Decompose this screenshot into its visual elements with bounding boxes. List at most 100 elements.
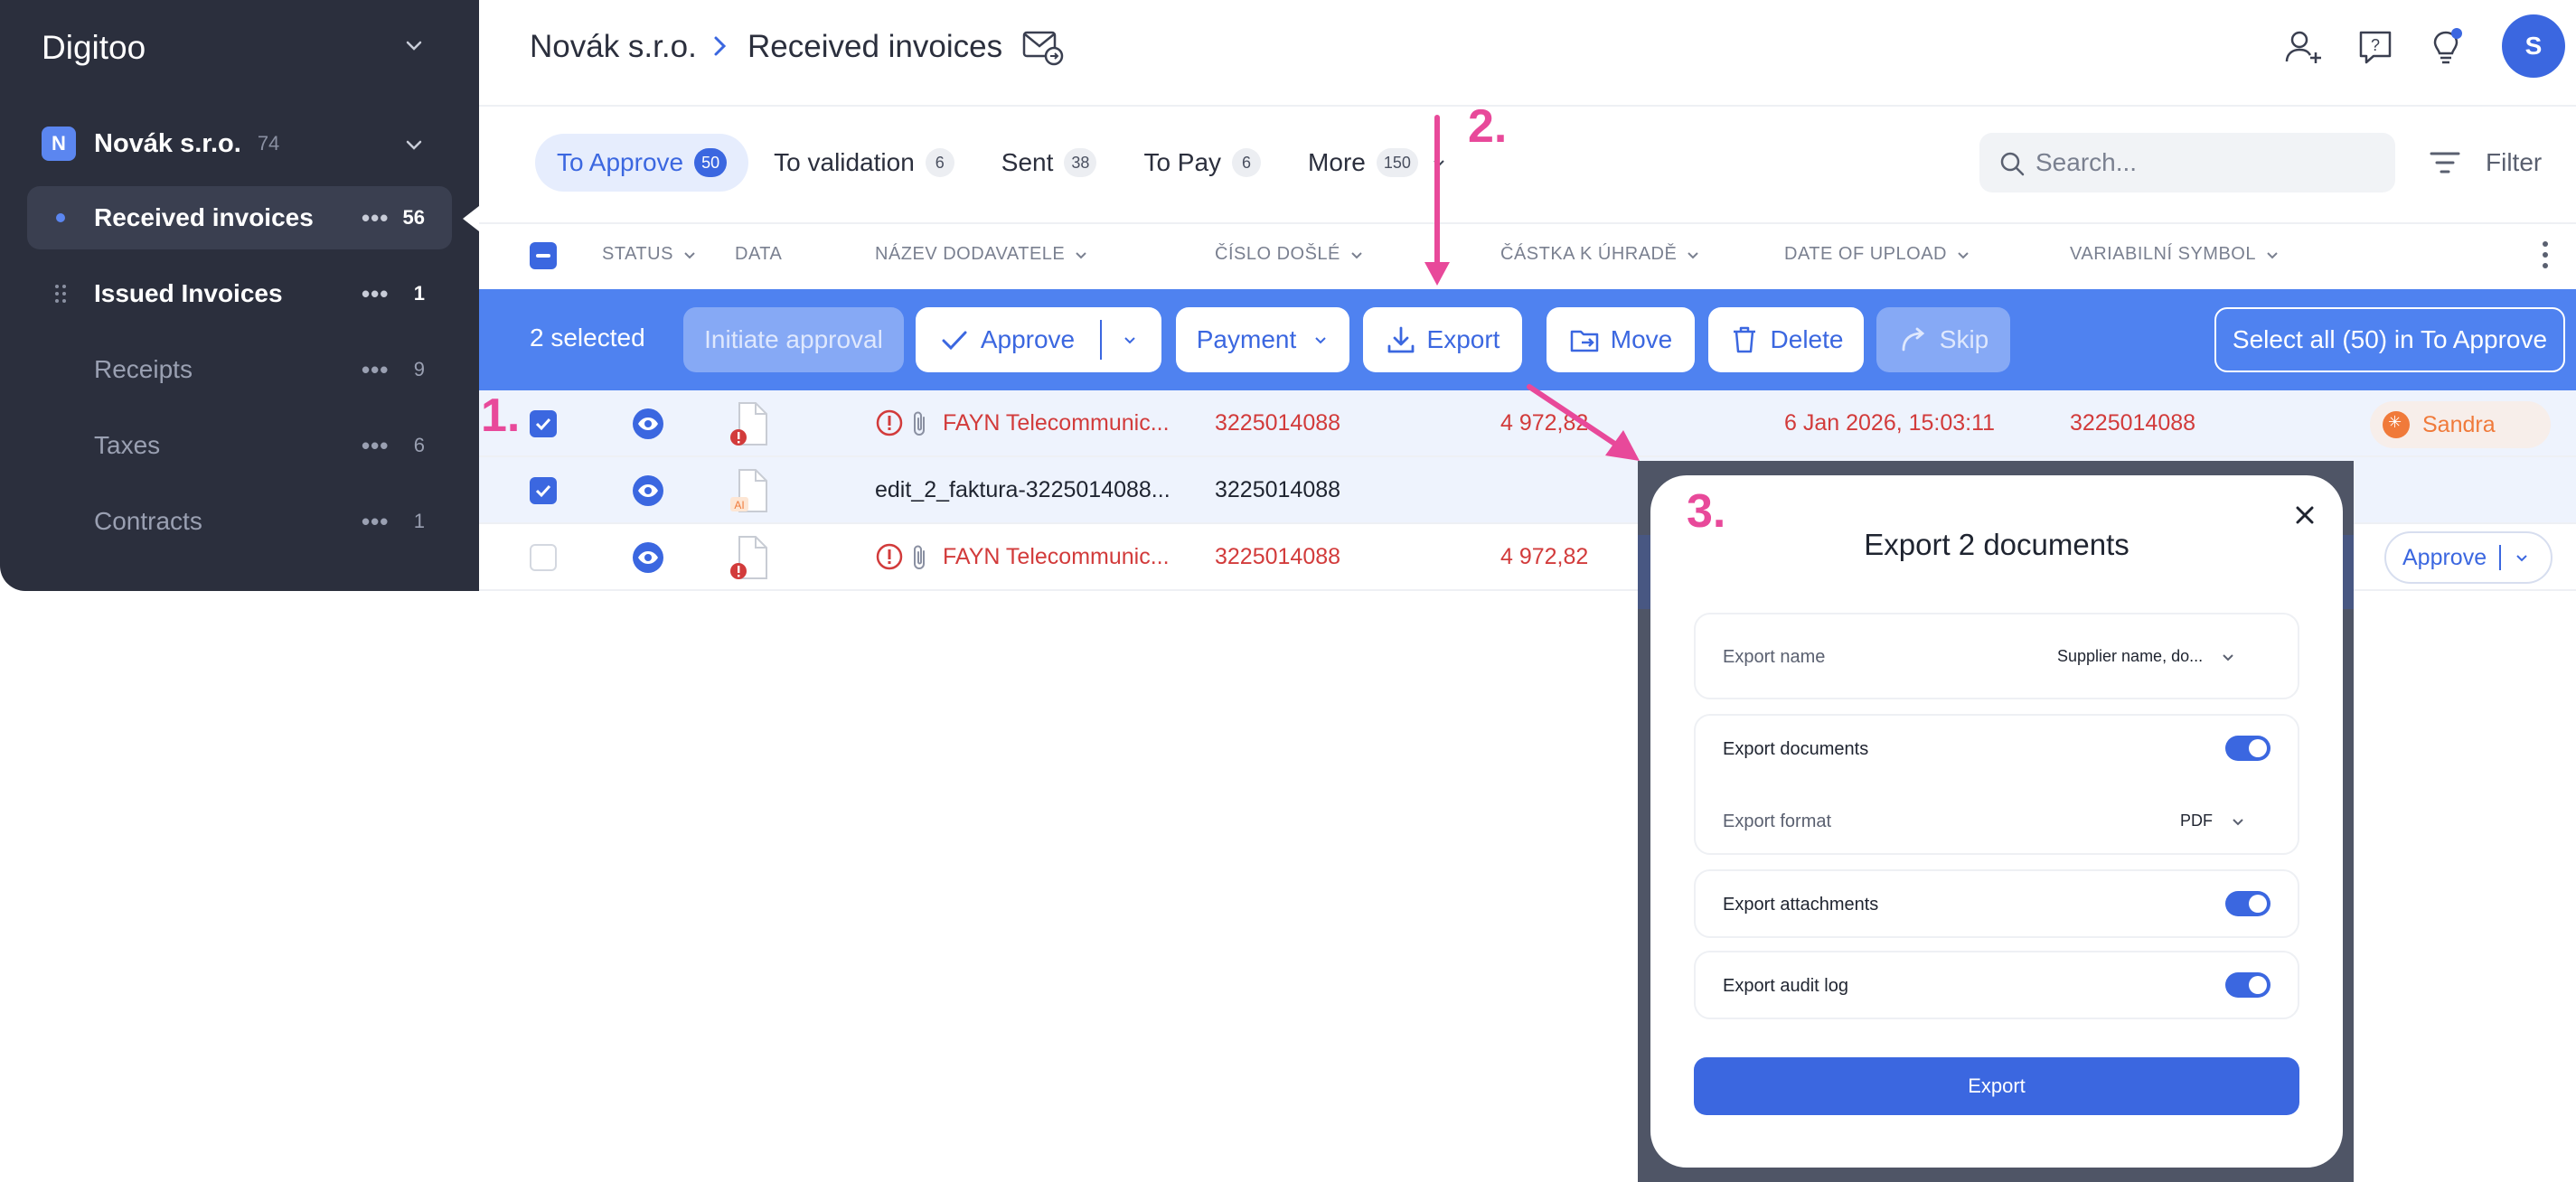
email-forward-icon[interactable] xyxy=(1021,27,1065,67)
export-attachments-label: Export attachments xyxy=(1723,895,1879,915)
preview-eye-icon[interactable] xyxy=(633,408,663,439)
chevron-down-icon[interactable] xyxy=(2514,549,2530,566)
column-label: ČÍSLO DOŠLÉ xyxy=(1215,244,1340,264)
more-dots-icon[interactable]: ••• xyxy=(362,280,389,308)
button-label: Approve xyxy=(980,325,1076,353)
column-supplier[interactable]: NÁZEV DODAVATELE xyxy=(875,244,1088,265)
document-error-icon[interactable] xyxy=(730,535,770,582)
tab-to-approve[interactable]: To Approve 50 xyxy=(535,134,749,192)
export-documents-toggle[interactable] xyxy=(2225,736,2270,761)
more-dots-icon[interactable]: ••• xyxy=(362,432,389,460)
org-badge: N xyxy=(42,127,76,161)
sidebar-item-contracts[interactable]: Contracts ••• 1 xyxy=(27,490,452,553)
close-icon[interactable] xyxy=(2294,504,2316,526)
avatar[interactable]: S xyxy=(2502,14,2565,78)
select-all-button[interactable]: Select all (50) in To Approve xyxy=(2214,307,2565,372)
bulk-action-bar: 2 selected Initiate approval Approve Pay… xyxy=(479,289,2576,390)
more-dots-icon[interactable]: ••• xyxy=(362,508,389,536)
export-name-card: Export name Supplier name, do... xyxy=(1694,613,2299,699)
supplier-name: FAYN Telecommunic... xyxy=(943,544,1170,569)
check-icon xyxy=(535,417,551,431)
sidebar-item-count: 1 xyxy=(413,282,425,305)
brand-logo[interactable]: Digitoo xyxy=(42,29,146,67)
column-label: NÁZEV DODAVATELE xyxy=(875,244,1066,264)
export-dialog: Export 2 documents Export name Supplier … xyxy=(1650,475,2343,1168)
more-dots-icon[interactable]: ••• xyxy=(362,356,389,384)
sidebar-item-receipts[interactable]: Receipts ••• 9 xyxy=(27,338,452,401)
export-audit-log-card: Export audit log xyxy=(1694,951,2299,1019)
breadcrumb-company[interactable]: Novák s.r.o. xyxy=(530,29,697,65)
payment-button[interactable]: Payment xyxy=(1176,307,1349,372)
chevron-down-icon xyxy=(684,251,695,258)
sidebar-item-label: Contracts xyxy=(94,507,202,535)
tab-sent[interactable]: Sent 38 xyxy=(980,134,1119,192)
export-submit-button[interactable]: Export xyxy=(1694,1057,2299,1115)
add-user-icon[interactable] xyxy=(2283,27,2323,67)
approve-split-button[interactable]: Approve xyxy=(916,307,1161,372)
column-var-symbol[interactable]: VARIABILNÍ SYMBOL xyxy=(2070,244,2280,265)
supplier-name: edit_2_faktura-3225014088... xyxy=(875,477,1170,502)
column-settings-icon[interactable] xyxy=(2540,239,2551,271)
column-upload-date[interactable]: DATE OF UPLOAD xyxy=(1784,244,1970,265)
more-dots-icon[interactable]: ••• xyxy=(362,204,389,232)
tab-to-pay[interactable]: To Pay 6 xyxy=(1122,134,1283,192)
help-icon[interactable]: ? xyxy=(2355,27,2395,67)
column-label: DATE OF UPLOAD xyxy=(1784,244,1947,264)
amount: 4 972,82 xyxy=(1500,544,1589,569)
row-checkbox[interactable] xyxy=(530,544,557,571)
column-status[interactable]: STATUS xyxy=(602,244,697,265)
assignee-chip[interactable]: Sandra xyxy=(2370,401,2551,448)
selected-count: 2 selected xyxy=(530,324,645,352)
delete-button[interactable]: Delete xyxy=(1708,307,1864,372)
select-all-checkbox[interactable] xyxy=(530,242,557,269)
export-button[interactable]: Export xyxy=(1363,307,1522,372)
export-name-select[interactable]: Supplier name, do... xyxy=(2057,647,2235,666)
column-amount[interactable]: ČÁSTKA K ÚHRADĚ xyxy=(1500,244,1700,265)
row-checkbox[interactable] xyxy=(530,477,557,504)
lightbulb-icon[interactable] xyxy=(2426,27,2466,67)
drag-handle-icon[interactable] xyxy=(54,284,67,304)
sidebar-item-count: 1 xyxy=(413,510,425,532)
chevron-down-icon xyxy=(2223,653,2233,661)
org-switcher[interactable]: N Novák s.r.o. 74 xyxy=(42,127,279,161)
skip-button[interactable]: Skip xyxy=(1876,307,2010,372)
chevron-down-icon xyxy=(1351,251,1362,258)
sidebar-item-label: Receipts xyxy=(94,355,193,383)
document-error-icon[interactable] xyxy=(730,401,770,448)
button-label: Skip xyxy=(1939,325,1989,353)
export-attachments-toggle[interactable] xyxy=(2225,891,2270,916)
column-received-no[interactable]: ČÍSLO DOŠLÉ xyxy=(1215,244,1364,265)
warning-icon xyxy=(876,543,903,570)
filter-button[interactable]: Filter xyxy=(2430,145,2542,181)
chevron-down-icon[interactable] xyxy=(403,34,425,56)
initiate-approval-button[interactable]: Initiate approval xyxy=(683,307,904,372)
sidebar-item-label: Received invoices xyxy=(94,203,314,231)
search-input[interactable] xyxy=(2035,133,2379,192)
dialog-title: Export 2 documents xyxy=(1864,528,2129,561)
org-name: Novák s.r.o. xyxy=(94,128,241,158)
chevron-down-icon[interactable] xyxy=(403,134,425,155)
export-audit-log-toggle[interactable] xyxy=(2225,972,2270,998)
sidebar-item-count: 6 xyxy=(413,434,425,456)
export-format-select[interactable]: PDF xyxy=(2180,811,2245,830)
status-tabs: To Approve 50 To validation 6 Sent 38 To… xyxy=(535,134,1472,192)
tab-count: 38 xyxy=(1064,148,1097,177)
chevron-down-icon[interactable] xyxy=(1122,332,1138,348)
preview-eye-icon[interactable] xyxy=(633,542,663,573)
export-documents-card: Export documents Export format PDF xyxy=(1694,714,2299,855)
sidebar-item-taxes[interactable]: Taxes ••• 6 xyxy=(27,414,452,477)
tab-label: Sent xyxy=(1001,148,1054,176)
move-button[interactable]: Move xyxy=(1547,307,1695,372)
button-label: Initiate approval xyxy=(704,325,883,353)
select-value: PDF xyxy=(2180,811,2213,830)
row-checkbox[interactable] xyxy=(530,410,557,437)
tab-to-validation[interactable]: To validation 6 xyxy=(752,134,976,192)
document-ai-icon[interactable]: AI xyxy=(730,468,770,515)
sidebar-item-issued-invoices[interactable]: Issued Invoices ••• 1 xyxy=(27,262,452,325)
preview-eye-icon[interactable] xyxy=(633,475,663,506)
chevron-down-icon xyxy=(1076,251,1086,258)
row-approve-button[interactable]: Approve xyxy=(2384,531,2552,584)
sidebar-item-received-invoices[interactable]: Received invoices ••• 56 xyxy=(27,186,452,249)
button-label: Move xyxy=(1610,325,1673,353)
button-label: Export xyxy=(1426,325,1500,353)
